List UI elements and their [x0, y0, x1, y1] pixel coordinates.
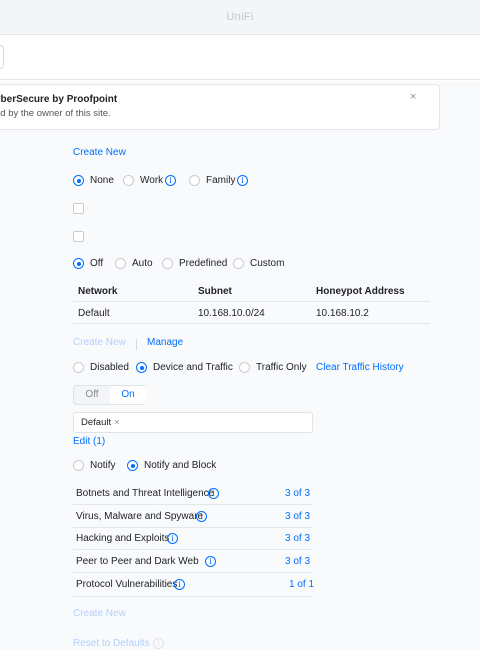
- column-header-subnet: Subnet: [198, 286, 232, 297]
- radio-honeypot-auto[interactable]: [115, 258, 126, 269]
- info-icon[interactable]: i: [205, 556, 216, 567]
- radio-family[interactable]: [189, 175, 200, 186]
- toolbar: [0, 36, 480, 80]
- radio-traffic-only[interactable]: [239, 362, 250, 373]
- list-divider: [73, 596, 313, 597]
- list-divider: [73, 504, 313, 505]
- info-icon[interactable]: i: [174, 579, 185, 590]
- cybersecure-banner: yberSecure by Proofpoint ed by the owner…: [0, 84, 440, 130]
- create-new-link[interactable]: Create New: [73, 147, 126, 158]
- radio-honeypot-custom-label: Custom: [250, 258, 285, 269]
- category-count[interactable]: 1 of 1: [289, 579, 314, 590]
- radio-device-and-traffic-label: Device and Traffic: [153, 362, 233, 373]
- toggle-on[interactable]: On: [110, 386, 146, 404]
- remove-tag-icon[interactable]: ×: [114, 417, 120, 428]
- category-name: Botnets and Threat Intelligence: [76, 488, 215, 499]
- back-button[interactable]: [0, 45, 4, 69]
- info-icon[interactable]: i: [208, 488, 219, 499]
- radio-notify-label: Notify: [90, 460, 116, 471]
- link-separator: [136, 339, 137, 350]
- close-icon[interactable]: ×: [410, 91, 416, 103]
- brand-logo: UniFi: [226, 11, 254, 23]
- manage-link[interactable]: Manage: [147, 337, 183, 348]
- category-count[interactable]: 3 of 3: [285, 488, 310, 499]
- reset-to-defaults-button[interactable]: Reset to Defaults: [73, 638, 150, 649]
- radio-honeypot-off-label: Off: [90, 258, 104, 269]
- column-header-network: Network: [78, 286, 118, 297]
- list-divider: [73, 549, 313, 550]
- cell-honeypot-address: 10.168.10.2: [316, 308, 369, 319]
- radio-disabled[interactable]: [73, 362, 84, 373]
- radio-disabled-label: Disabled: [90, 362, 129, 373]
- radio-honeypot-custom[interactable]: [233, 258, 244, 269]
- info-icon[interactable]: i: [237, 175, 248, 186]
- info-icon[interactable]: i: [165, 175, 176, 186]
- radio-device-and-traffic[interactable]: [136, 362, 147, 373]
- network-tag: Default ×: [78, 416, 123, 429]
- checkbox[interactable]: [73, 231, 84, 242]
- off-on-toggle[interactable]: Off On: [73, 385, 146, 405]
- category-name: Virus, Malware and Spyware: [76, 511, 204, 522]
- radio-none[interactable]: [73, 175, 84, 186]
- cell-network: Default: [78, 308, 110, 319]
- edit-link[interactable]: Edit (1): [73, 436, 105, 447]
- radio-notify-and-block[interactable]: [127, 460, 138, 471]
- radio-work-label: Work: [140, 175, 164, 186]
- radio-work[interactable]: [123, 175, 134, 186]
- clear-traffic-history-link[interactable]: Clear Traffic History: [316, 362, 404, 373]
- category-name: Protocol Vulnerabilities: [76, 579, 178, 590]
- radio-traffic-only-label: Traffic Only: [256, 362, 307, 373]
- table-divider: [73, 301, 430, 302]
- settings-content: yberSecure by Proofpoint ed by the owner…: [0, 81, 480, 650]
- network-select-input[interactable]: Default ×: [73, 412, 313, 433]
- list-divider: [73, 527, 313, 528]
- banner-text: ed by the owner of this site.: [0, 108, 111, 119]
- create-new-link[interactable]: Create New: [73, 608, 126, 619]
- column-header-honeypot-address: Honeypot Address: [316, 286, 405, 297]
- cell-subnet: 10.168.10.0/24: [198, 308, 265, 319]
- radio-family-label: Family: [206, 175, 236, 186]
- banner-title: yberSecure by Proofpoint: [0, 94, 118, 105]
- category-name: Hacking and Exploits: [76, 533, 170, 544]
- radio-honeypot-off[interactable]: [73, 258, 84, 269]
- table-divider: [73, 323, 430, 324]
- info-icon[interactable]: i: [196, 511, 207, 522]
- top-bar: UniFi: [0, 0, 480, 35]
- info-icon: i: [153, 638, 164, 649]
- category-count[interactable]: 3 of 3: [285, 511, 310, 522]
- radio-notify-and-block-label: Notify and Block: [144, 460, 217, 471]
- checkbox[interactable]: [73, 203, 84, 214]
- info-icon[interactable]: i: [167, 533, 178, 544]
- radio-honeypot-predefined-label: Predefined: [179, 258, 228, 269]
- radio-honeypot-auto-label: Auto: [132, 258, 153, 269]
- list-divider: [73, 572, 313, 573]
- network-tag-label: Default: [81, 417, 112, 428]
- toggle-off[interactable]: Off: [74, 386, 110, 404]
- category-count[interactable]: 3 of 3: [285, 533, 310, 544]
- radio-none-label: None: [90, 175, 114, 186]
- category-name: Peer to Peer and Dark Web: [76, 556, 199, 567]
- category-count[interactable]: 3 of 3: [285, 556, 310, 567]
- radio-honeypot-predefined[interactable]: [162, 258, 173, 269]
- create-new-link[interactable]: Create New: [73, 337, 126, 348]
- radio-notify[interactable]: [73, 460, 84, 471]
